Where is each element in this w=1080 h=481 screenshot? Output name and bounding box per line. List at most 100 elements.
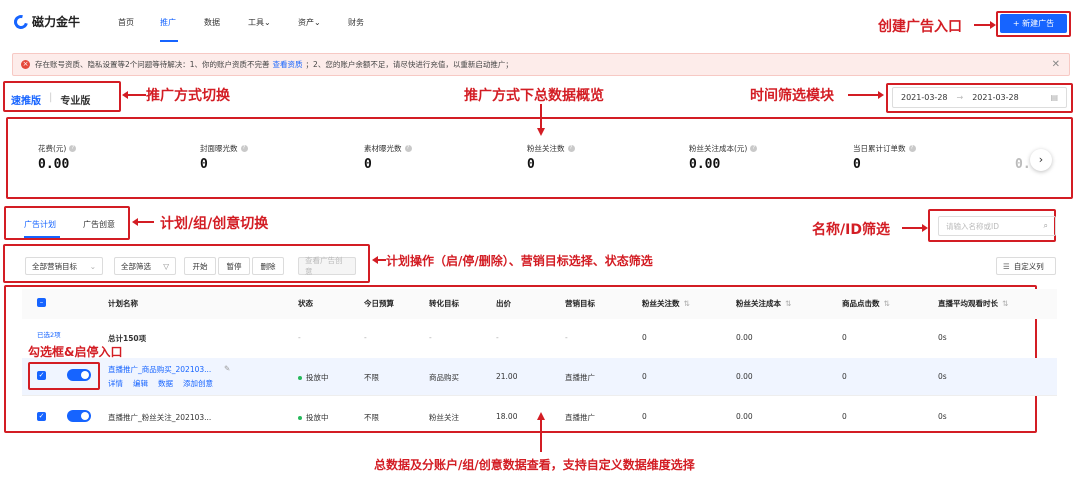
col-target[interactable]: 转化目标: [429, 298, 459, 309]
start-button[interactable]: 开始: [184, 257, 216, 275]
nav-item-assets[interactable]: 资产⌄: [298, 17, 321, 28]
row-action-edit[interactable]: 编辑: [133, 378, 148, 389]
total-clicks: 0: [842, 333, 847, 342]
error-icon: ×: [21, 60, 30, 69]
view-qualification-link[interactable]: 查看资质: [273, 59, 303, 70]
row-checkbox[interactable]: ✓: [37, 412, 46, 421]
col-goal[interactable]: 营销目标: [565, 298, 595, 309]
nav-item-finance[interactable]: 财务: [348, 17, 364, 28]
col-status[interactable]: 状态: [298, 298, 313, 309]
annotation-mode: 推广方式切换: [146, 88, 230, 104]
search-placeholder: 请输入名称或ID: [946, 221, 999, 231]
row-clicks: 0: [842, 372, 847, 381]
edit-icon[interactable]: ✎: [224, 364, 230, 373]
row-bid: 21.00: [496, 372, 518, 381]
col-watch-time[interactable]: 直播平均观看时长 ⇅: [938, 298, 1008, 309]
row-action-add-creative[interactable]: 添加创意: [183, 378, 213, 389]
close-icon[interactable]: ✕: [1052, 59, 1060, 70]
annotation-ops: 计划操作（启/停/删除）、营销目标选择、状态筛选: [386, 254, 653, 268]
nav-item-tools[interactable]: 工具⌄: [248, 17, 271, 28]
row-budget: 不限: [364, 413, 379, 422]
nav-item-data[interactable]: 数据: [204, 17, 220, 28]
col-bid[interactable]: 出价: [496, 298, 511, 309]
total-fans-cost: 0.00: [736, 333, 753, 342]
help-icon: ?: [750, 145, 758, 152]
filter-icon: ▽: [163, 261, 169, 271]
marketing-goal-select[interactable]: 全部营销目标 ⌄: [25, 257, 103, 275]
row-status-toggle[interactable]: [67, 410, 91, 422]
col-fans[interactable]: 粉丝关注数 ⇅: [642, 298, 690, 309]
row-goal: 直播推广: [565, 373, 595, 382]
view-creative-button[interactable]: 查看广告创意: [298, 256, 356, 276]
col-clicks[interactable]: 商品点击数 ⇅: [842, 298, 890, 309]
nav-item-promote[interactable]: 推广: [160, 17, 176, 28]
tab-ad-creative[interactable]: 广告创意: [83, 219, 115, 230]
row-divider: [22, 395, 1057, 396]
total-fans: 0: [642, 333, 647, 342]
help-icon: ?: [567, 145, 575, 152]
row-watch: 0s: [938, 372, 947, 381]
kpi-value-cover-impressions: 0: [200, 157, 208, 172]
kpi-value-partial: 0.: [1015, 157, 1031, 172]
row-action-data[interactable]: 数据: [158, 378, 173, 389]
logo-icon: [11, 11, 31, 32]
row-fans-cost: 0.00: [736, 372, 753, 381]
annotation-name-filter: 名称/ID筛选: [812, 222, 890, 238]
tab-active-indicator: [24, 236, 60, 238]
status-dot-icon: [298, 376, 302, 380]
kpi-label-orders: 当日累计订单数?: [853, 143, 916, 154]
pause-button[interactable]: 暂停: [218, 257, 250, 275]
selected-count: 已选2项: [37, 331, 61, 339]
date-end: 2021-03-28: [972, 93, 1019, 102]
row-target: 商品购买: [429, 373, 459, 382]
col-fans-cost[interactable]: 粉丝关注成本 ⇅: [736, 298, 791, 309]
kpi-label-followers: 粉丝关注数?: [527, 143, 575, 154]
nav-item-home[interactable]: 首页: [118, 17, 134, 28]
row-fans-cost: 0.00: [736, 412, 753, 421]
row-budget: 不限: [364, 373, 379, 382]
row-plan-name[interactable]: 直播推广_商品购买_202103...: [108, 364, 211, 375]
filter-button[interactable]: 全部筛选 ▽: [114, 257, 176, 275]
annotation-arrow-mode: [122, 91, 146, 99]
mode-switch: 速推版 | 专业版: [11, 92, 90, 107]
new-ad-button[interactable]: + 新建广告: [1000, 14, 1067, 33]
kpi-label-follower-cost: 粉丝关注成本(元)?: [689, 143, 758, 154]
row-status-toggle[interactable]: [67, 369, 91, 381]
kpi-label-spend: 花费(元)?: [38, 143, 77, 154]
date-range-picker[interactable]: 2021-03-28 → 2021-03-28 ▤: [892, 87, 1067, 108]
chevron-right-icon[interactable]: ›: [1030, 149, 1052, 171]
kpi-value-orders: 0: [853, 157, 861, 172]
tab-ad-plan[interactable]: 广告计划: [24, 219, 56, 230]
row-action-detail[interactable]: 详情: [108, 378, 123, 389]
row-checkbox[interactable]: ✓: [37, 371, 46, 380]
logo-text: 磁力金牛: [32, 15, 81, 29]
help-icon: ?: [240, 145, 248, 152]
status-dot-icon: [298, 416, 302, 420]
calendar-icon: ▤: [1050, 93, 1058, 102]
annotation-time: 时间筛选模块: [750, 88, 834, 104]
annotation-arrow-data: [537, 412, 545, 452]
help-icon: ?: [69, 145, 77, 152]
delete-button[interactable]: 删除: [252, 257, 284, 275]
col-budget[interactable]: 今日预算: [364, 298, 394, 309]
search-input[interactable]: 请输入名称或ID ⌕: [938, 216, 1056, 236]
annotation-level: 计划/组/创意切换: [160, 216, 269, 232]
col-plan-name[interactable]: 计划名称: [108, 298, 138, 309]
annotation-data: 总数据及分账户/组/创意数据查看，支持自定义数据维度选择: [374, 458, 695, 472]
kpi-value-material-impressions: 0: [364, 157, 372, 172]
mode-tab-separator: |: [49, 92, 53, 103]
row-status: 投放中: [298, 372, 329, 383]
mode-tab-quick[interactable]: 速推版: [11, 92, 41, 107]
kpi-value-follower-cost: 0.00: [689, 157, 721, 172]
mode-tab-pro[interactable]: 专业版: [60, 92, 90, 107]
kpi-value-spend: 0.00: [38, 157, 70, 172]
nav-active-indicator: [160, 40, 178, 42]
custom-columns-button[interactable]: ☰ 自定义列: [996, 257, 1056, 275]
row-plan-name[interactable]: 直播推广_粉丝关注_202103...: [108, 412, 211, 423]
kpi-label-cover-impressions: 封面曝光数?: [200, 143, 248, 154]
annotation-arrow-time: [848, 91, 884, 99]
total-status: -: [298, 333, 301, 342]
logo[interactable]: 磁力金牛: [11, 11, 81, 32]
select-all-checkbox[interactable]: –: [37, 298, 46, 307]
row-bid: 18.00: [496, 412, 518, 421]
